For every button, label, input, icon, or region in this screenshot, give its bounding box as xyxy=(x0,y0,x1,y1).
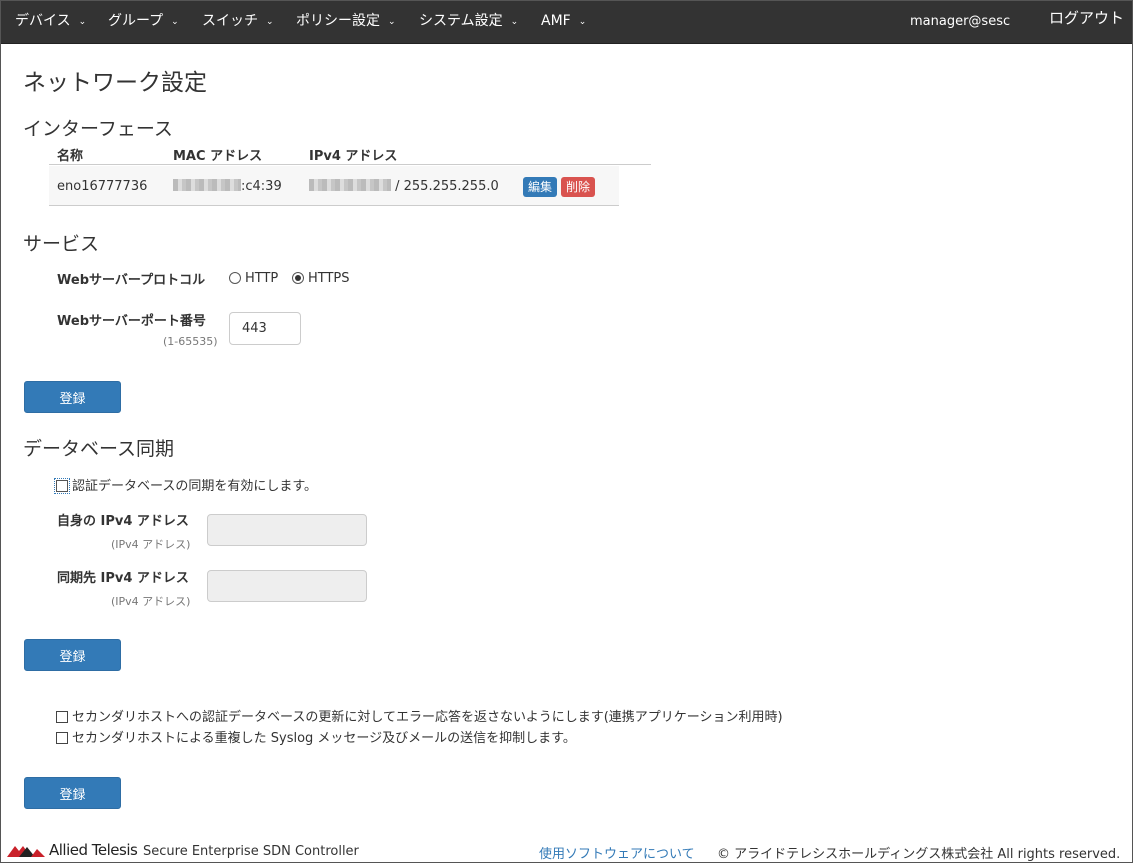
secondary-option2-row[interactable]: セカンダリホストによる重複した Syslog メッセージ及びメールの送信を抑制し… xyxy=(56,727,576,746)
page-title: ネットワーク設定 xyxy=(23,70,207,96)
table-row: eno16777736 :c4:39 / 255.255.255.0 編集 削除 xyxy=(49,166,619,206)
chevron-down-icon: ⌄ xyxy=(388,17,396,27)
chevron-down-icon: ⌄ xyxy=(510,17,519,27)
dbsync-section-title: データベース同期 xyxy=(23,438,175,460)
self-ip-input[interactable] xyxy=(207,514,367,546)
chevron-down-icon: ⌄ xyxy=(78,17,87,27)
peer-ip-input[interactable] xyxy=(207,570,367,602)
nav-label: システム設定 xyxy=(419,13,503,29)
protocol-label: Webサーバープロトコル xyxy=(57,273,206,288)
interface-table: 名称 MAC アドレス IPv4 アドレス eno16777736 :c4:39… xyxy=(49,143,651,206)
nav-label: デバイス xyxy=(15,13,71,29)
secondary-option1-row[interactable]: セカンダリホストへの認証データベースの更新に対してエラー応答を返さないようにしま… xyxy=(56,706,783,725)
nav-label: AMF xyxy=(541,13,571,29)
col-name-header: 名称 xyxy=(57,149,84,164)
edit-button[interactable]: 編集 xyxy=(523,177,558,197)
col-ipv4-header: IPv4 アドレス xyxy=(309,149,398,164)
radio-circle-selected-icon xyxy=(292,272,304,284)
nav-label: ポリシー設定 xyxy=(296,13,380,29)
radio-https[interactable]: HTTPS xyxy=(292,271,350,286)
dbsync-enable-checkbox-row[interactable]: 認証データベースの同期を有効にします。 xyxy=(54,475,318,494)
peer-ip-hint: (IPv4 アドレス) xyxy=(111,595,191,608)
radio-circle-icon xyxy=(229,272,241,284)
nav-policy[interactable]: ポリシー設定 ⌄ xyxy=(296,1,396,42)
delete-button[interactable]: 削除 xyxy=(561,177,596,197)
nav-groups[interactable]: グループ ⌄ xyxy=(108,1,179,42)
port-input[interactable] xyxy=(229,312,301,345)
user-name[interactable]: manager@sesc xyxy=(910,1,1010,42)
self-ip-hint: (IPv4 アドレス) xyxy=(111,538,191,551)
chevron-down-icon: ⌄ xyxy=(578,17,587,27)
nav-label: スイッチ xyxy=(202,13,258,29)
top-navbar: デバイス ⌄ グループ ⌄ スイッチ ⌄ ポリシー設定 ⌄ システム設定 ⌄ AMF ⌄ m… xyxy=(1,1,1132,44)
nav-system[interactable]: システム設定 ⌄ xyxy=(419,1,518,42)
product-name: Secure Enterprise SDN Controller xyxy=(143,844,359,859)
interface-section-title: インターフェース xyxy=(23,118,173,140)
nav-devices[interactable]: デバイス ⌄ xyxy=(15,1,86,42)
netmask: / 255.255.255.0 xyxy=(391,179,499,194)
dbsync-submit-button[interactable]: 登録 xyxy=(24,639,121,671)
redacted-ip xyxy=(309,179,391,191)
checkbox-icon[interactable] xyxy=(56,711,68,723)
radio-label: HTTPS xyxy=(308,271,350,286)
checkbox-label: 認証データベースの同期を有効にします。 xyxy=(72,479,318,494)
port-label: Webサーバーポート番号 xyxy=(57,314,206,329)
table-header: 名称 MAC アドレス IPv4 アドレス xyxy=(49,143,651,165)
checkbox-icon[interactable] xyxy=(56,732,68,744)
interface-mac: :c4:39 xyxy=(173,179,282,194)
footer: Allied Telesis Secure Enterprise SDN Con… xyxy=(1,839,1132,863)
service-submit-button[interactable]: 登録 xyxy=(24,381,121,413)
logout-link[interactable]: ログアウト xyxy=(1049,0,1124,39)
interface-ipv4: / 255.255.255.0 xyxy=(309,179,499,194)
checkbox-label: セカンダリホストによる重複した Syslog メッセージ及びメールの送信を抑制し… xyxy=(72,731,576,746)
radio-label: HTTP xyxy=(245,271,279,286)
redacted-mac xyxy=(173,179,241,191)
copyright-text: © アライドテレシスホールディングス株式会社 All rights reserv… xyxy=(717,847,1121,862)
nav-switches[interactable]: スイッチ ⌄ xyxy=(202,1,274,42)
col-mac-header: MAC アドレス xyxy=(173,149,263,164)
brand-name: Allied Telesis xyxy=(49,841,138,859)
service-section-title: サービス xyxy=(23,233,100,255)
interface-name: eno16777736 xyxy=(57,179,148,194)
checkbox-icon[interactable] xyxy=(54,478,70,494)
radio-http[interactable]: HTTP xyxy=(229,271,278,286)
self-ip-label: 自身の IPv4 アドレス xyxy=(57,514,189,529)
checkbox-label: セカンダリホストへの認証データベースの更新に対してエラー応答を返さないようにしま… xyxy=(72,710,783,725)
secondary-submit-button[interactable]: 登録 xyxy=(24,777,121,809)
port-hint: (1-65535) xyxy=(163,335,218,348)
allied-telesis-logo-icon xyxy=(7,846,45,857)
software-info-link[interactable]: 使用ソフトウェアについて xyxy=(539,843,695,862)
nav-amf[interactable]: AMF ⌄ xyxy=(541,1,586,42)
mac-suffix: :c4:39 xyxy=(241,179,282,194)
chevron-down-icon: ⌄ xyxy=(266,17,274,27)
nav-label: グループ xyxy=(108,13,164,29)
peer-ip-label: 同期先 IPv4 アドレス xyxy=(57,571,189,586)
chevron-down-icon: ⌄ xyxy=(171,17,179,27)
